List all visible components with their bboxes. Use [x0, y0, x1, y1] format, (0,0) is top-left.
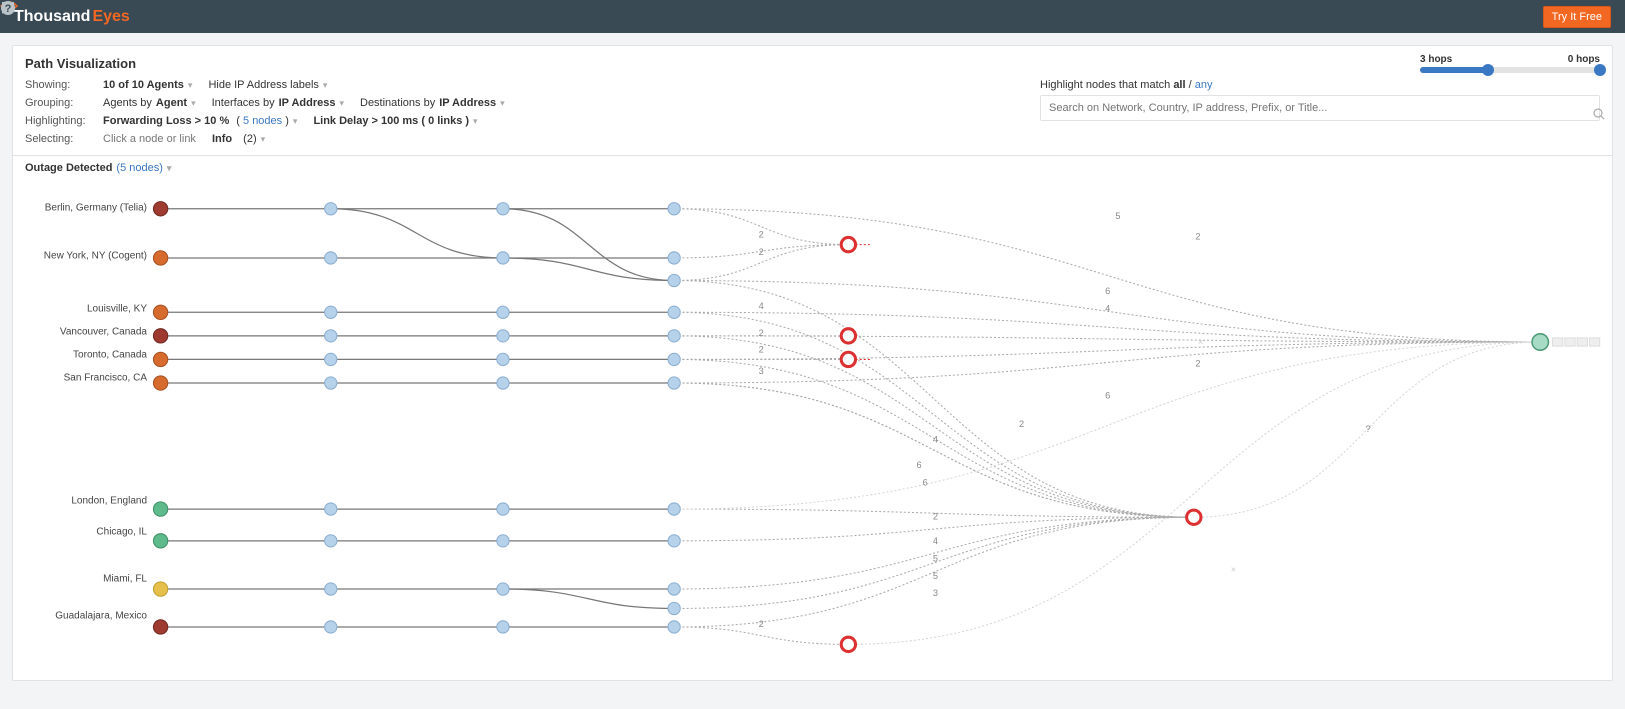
svg-text:5: 5: [933, 571, 938, 581]
search-input[interactable]: [1041, 96, 1599, 120]
svg-text:2: 2: [1195, 232, 1200, 242]
highlighting-label: Highlighting:: [25, 115, 95, 127]
hops-right-label: 0 hops: [1568, 54, 1600, 65]
svg-text:?: ?: [5, 3, 12, 15]
svg-text:5: 5: [933, 553, 938, 563]
forwarding-loss-dropdown[interactable]: Forwarding Loss > 10 % ( 5 nodes ) ▾: [103, 115, 297, 127]
svg-text:6: 6: [1105, 390, 1110, 400]
grouping-agents-dropdown[interactable]: Agents by Agent▾: [103, 97, 196, 109]
controls-left: Showing: 10 of 10 Agents▾ Hide IP Addres…: [25, 79, 505, 145]
outage-banner[interactable]: Outage Detected (5 nodes) ▾: [13, 156, 1612, 174]
hops-left-label: 3 hops: [1420, 54, 1452, 65]
svg-text:2: 2: [1019, 419, 1024, 429]
highlight-any-link[interactable]: any: [1195, 79, 1213, 91]
grouping-label: Grouping:: [25, 97, 95, 109]
svg-text:2: 2: [759, 619, 764, 629]
grouping-destinations-dropdown[interactable]: Destinations by IP Address▾: [360, 97, 505, 109]
try-free-button[interactable]: Try It Free: [1543, 6, 1611, 28]
svg-text:4: 4: [933, 434, 938, 444]
showing-label: Showing:: [25, 79, 95, 91]
brand-part1: Thousand: [14, 8, 90, 26]
svg-text:2: 2: [933, 511, 938, 521]
hops-knob-right[interactable]: [1594, 64, 1606, 76]
link-delay-dropdown[interactable]: Link Delay > 100 ms ( 0 links )▾: [313, 115, 477, 127]
hops-track[interactable]: [1420, 67, 1600, 73]
card-title: Path Visualization: [25, 56, 136, 71]
svg-text:2: 2: [759, 247, 764, 257]
grouping-interfaces-dropdown[interactable]: Interfaces by IP Address▾: [212, 97, 344, 109]
svg-text:5: 5: [1115, 211, 1120, 221]
path-visualization[interactable]: Berlin, Germany (Telia)New York, NY (Cog…: [13, 178, 1612, 668]
svg-text:2: 2: [759, 344, 764, 354]
svg-text:4: 4: [1105, 303, 1110, 313]
controls-bar: Showing: 10 of 10 Agents▾ Hide IP Addres…: [13, 73, 1612, 156]
svg-text:6: 6: [917, 460, 922, 470]
svg-text:2: 2: [1195, 359, 1200, 369]
svg-text:2: 2: [759, 229, 764, 239]
selecting-hint: Click a node or link: [103, 133, 196, 145]
svg-text:2: 2: [759, 328, 764, 338]
brand-logo[interactable]: ThousandEyes: [14, 8, 134, 26]
svg-text:?: ?: [1365, 424, 1370, 434]
svg-text:×: ×: [1231, 565, 1236, 575]
svg-text:6: 6: [923, 478, 928, 488]
svg-text:×: ×: [1198, 337, 1203, 347]
outage-nodes-link[interactable]: (5 nodes): [116, 162, 162, 174]
highlight-match-label: Highlight nodes that match all / any: [1040, 79, 1212, 91]
ip-labels-toggle[interactable]: Hide IP Address labels▾: [208, 79, 327, 91]
topbar-actions: ? Try It Free: [1515, 6, 1611, 28]
hops-slider[interactable]: 3 hops 0 hops: [1420, 54, 1600, 73]
path-visualization-card: Path Visualization 3 hops 0 hops Showing…: [12, 45, 1613, 681]
controls-right: Highlight nodes that match all / any: [1040, 79, 1600, 145]
top-bar: ThousandEyes ? Try It Free: [0, 0, 1625, 33]
svg-text:3: 3: [933, 588, 938, 598]
svg-text:4: 4: [759, 301, 764, 311]
svg-text:4: 4: [933, 536, 938, 546]
svg-text:3: 3: [759, 366, 764, 376]
selecting-label: Selecting:: [25, 133, 95, 145]
search-box[interactable]: [1040, 95, 1600, 121]
svg-text:6: 6: [1105, 286, 1110, 296]
showing-agents-dropdown[interactable]: 10 of 10 Agents▾: [103, 79, 192, 91]
info-dropdown[interactable]: Info (2)▾: [212, 133, 265, 145]
brand-part2: Eyes: [92, 8, 129, 26]
